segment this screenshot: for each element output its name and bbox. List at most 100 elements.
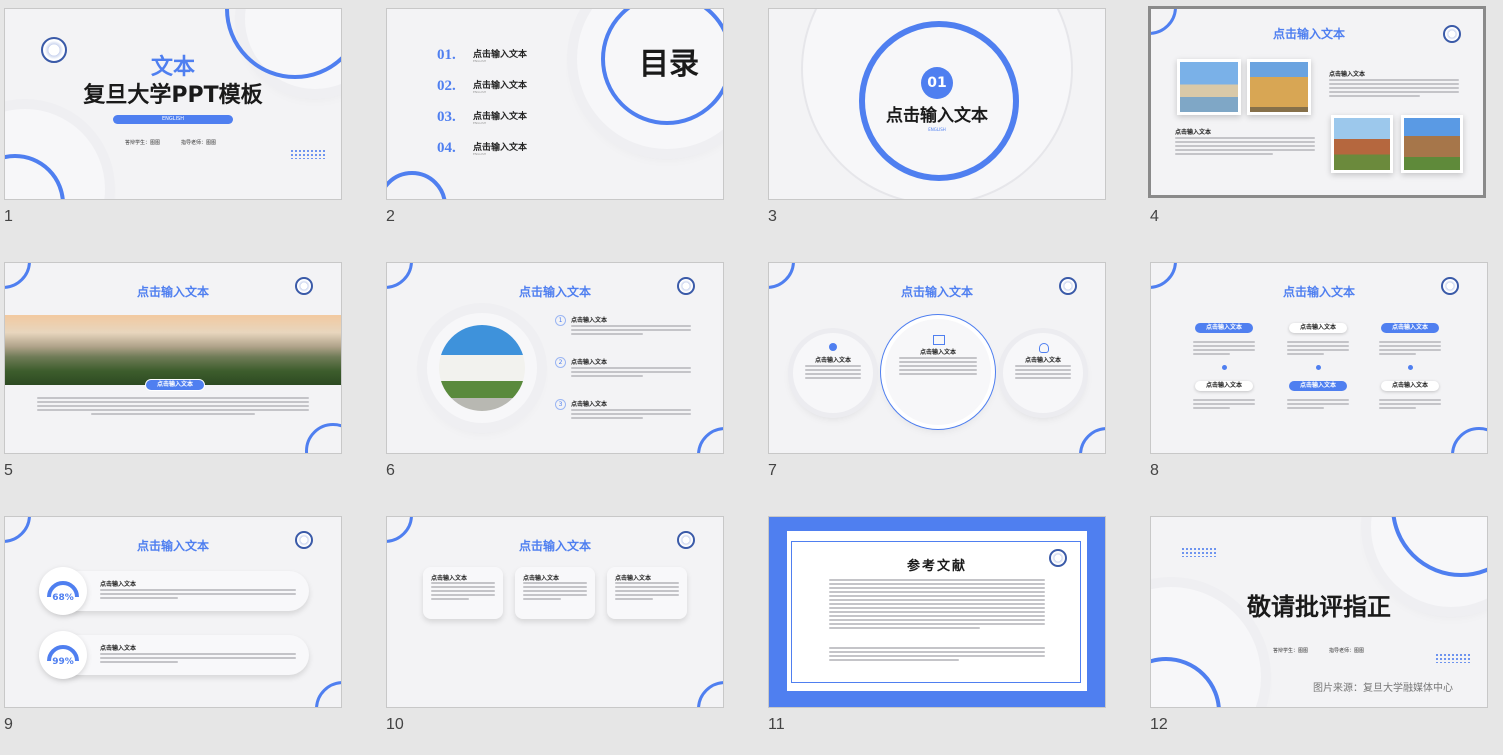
university-logo [295, 277, 313, 295]
campus-photo [1331, 115, 1393, 173]
text-block-title: 点击输入文本 [1175, 129, 1212, 136]
slide-thumbnail-4[interactable]: 点击输入文本 点击输入文本 点击输入文本 4 [1148, 6, 1486, 225]
progress-card: 68% 点击输入文本 [39, 567, 309, 615]
item-title: 点击输入文本 [571, 359, 608, 366]
decor-ring [305, 423, 341, 453]
campus-banner-photo [5, 315, 341, 385]
slide-thumbnail-6[interactable]: 点击输入文本 1 点击输入文本 2 点击输入文本 3 点击输入文本 6 [386, 262, 724, 479]
item-number: 1 [555, 315, 566, 326]
slide-thumbnail-9[interactable]: 点击输入文本 68% 点击输入文本 99% 点击输入文本 9 [4, 516, 342, 733]
slide-thumbnail-12[interactable]: 敬请批评指正 答辩学生：图图 指导老师：图图 图片来源：复旦大学融媒体中心 12 [1150, 516, 1488, 733]
slide-number: 2 [386, 208, 395, 225]
slide-number: 1 [4, 208, 13, 225]
decor-ring [1451, 427, 1487, 453]
text-block-title: 点击输入文本 [1329, 71, 1366, 78]
card-title: 点击输入文本 [100, 645, 137, 652]
slide-canvas: 点击输入文本 点击输入文本 点击输入文本 点击输入文本 [768, 262, 1106, 454]
list-item: 3 点击输入文本 [555, 399, 713, 441]
section-sub: ENGLISH [928, 127, 946, 132]
university-logo [1049, 549, 1067, 567]
toc-sub: ENGLISH [473, 59, 487, 63]
decor-ring [315, 681, 341, 707]
university-logo [677, 277, 695, 295]
slide-number: 8 [1150, 462, 1159, 479]
info-card: 点击输入文本 [423, 567, 503, 619]
slide-thumbnail-1[interactable]: 文本 复旦大学PPT模板 ENGLISH 答辩学生：图图 指导老师：图图 1 [4, 8, 342, 225]
slide-canvas: 点击输入文本 点击输入文本 点击输入文本 点击输入文本 点击输入文本 点击输入文… [1150, 262, 1488, 454]
slide-thumbnail-5[interactable]: 点击输入文本 点击输入文本 5 [4, 262, 342, 479]
slide-canvas: 参考文献 [768, 516, 1106, 708]
presenter-label: 答辩学生：图图 [125, 140, 161, 146]
slide-canvas: 点击输入文本 68% 点击输入文本 99% 点击输入文本 [4, 516, 342, 708]
toc-sub: ENGLISH [473, 121, 487, 125]
campus-photo [1247, 59, 1311, 115]
toc-num: 04. [437, 140, 456, 156]
slide-number: 3 [768, 208, 777, 225]
list-item: 1 点击输入文本 [555, 315, 713, 357]
university-logo [1443, 25, 1461, 43]
pie-icon [829, 343, 837, 351]
grid-label: 点击输入文本 [1195, 381, 1253, 391]
progress-card: 99% 点击输入文本 [39, 631, 309, 679]
slide-thumbnail-10[interactable]: 点击输入文本 点击输入文本 点击输入文本 点击输入文本 10 [386, 516, 724, 733]
toc-num: 03. [437, 109, 456, 125]
numbered-list: 1 点击输入文本 2 点击输入文本 3 点击输入文本 [555, 315, 713, 441]
calendar-icon [933, 335, 945, 345]
toc-sub: ENGLISH [473, 152, 487, 156]
grid-label: 点击输入文本 [1289, 381, 1347, 391]
feature-circle: 点击输入文本 [885, 319, 991, 425]
toc-num: 02. [437, 78, 456, 94]
slide-thumbnail-11[interactable]: 参考文献 11 [768, 516, 1106, 733]
text-placeholder [1329, 79, 1459, 99]
text-placeholder [37, 397, 309, 417]
section-badge: 01 [921, 67, 953, 99]
slide-number: 7 [768, 462, 777, 479]
advisor-label: 指导老师：图图 [181, 140, 217, 146]
grid-label: 点击输入文本 [1381, 323, 1439, 333]
slide-header: 点击输入文本 [136, 285, 209, 299]
presenter-label: 答辩学生：图图 [1273, 648, 1309, 654]
references-heading: 参考文献 [906, 559, 967, 574]
decor-ring [697, 681, 723, 707]
decor-dots [1435, 653, 1471, 663]
slide-number: 11 [768, 716, 785, 733]
circular-photo [439, 325, 525, 411]
connector-dot [1222, 365, 1227, 370]
slide-number: 4 [1150, 208, 1159, 225]
feature-circle: 点击输入文本 [1003, 333, 1083, 413]
gauge-value: 68% [52, 593, 74, 603]
slide-number: 6 [386, 462, 395, 479]
section-title: 点击输入文本 [886, 106, 988, 126]
slide-canvas: 点击输入文本 1 点击输入文本 2 点击输入文本 3 点击输入文本 [386, 262, 724, 454]
lightbulb-icon [1039, 343, 1049, 353]
advisor-label: 指导老师：图图 [1329, 648, 1365, 654]
slide-thumbnail-3[interactable]: 01 点击输入文本 ENGLISH 3 [768, 8, 1106, 225]
slide-number: 9 [4, 716, 13, 733]
slide-thumbnail-2[interactable]: 目录 01. 点击输入文本 ENGLISH 02. 点击输入文本 ENGLISH… [386, 8, 724, 225]
item-title: 点击输入文本 [571, 401, 608, 408]
university-logo [1059, 277, 1077, 295]
decor-dots [290, 149, 326, 159]
university-logo [1441, 277, 1459, 295]
gauge: 99% [39, 631, 87, 679]
slide-thumbnail-8[interactable]: 点击输入文本 点击输入文本 点击输入文本 点击输入文本 点击输入文本 点击输入文… [1150, 262, 1488, 479]
decor-ring [387, 171, 447, 199]
slide-number: 10 [386, 716, 404, 733]
slide-canvas: 01 点击输入文本 ENGLISH [768, 8, 1106, 200]
toc-heading: 目录 [639, 47, 699, 82]
list-item: 2 点击输入文本 [555, 357, 713, 399]
campus-photo [1177, 59, 1241, 115]
slide-header: 点击输入文本 [136, 539, 209, 553]
item-number: 3 [555, 399, 566, 410]
feature-circle: 点击输入文本 [793, 333, 873, 413]
slide-header: 点击输入文本 [518, 285, 591, 299]
gauge: 68% [39, 567, 87, 615]
slide-canvas: 敬请批评指正 答辩学生：图图 指导老师：图图 图片来源：复旦大学融媒体中心 [1150, 516, 1488, 708]
slide-thumbnail-7[interactable]: 点击输入文本 点击输入文本 点击输入文本 点击输入文本 7 [768, 262, 1106, 479]
info-card: 点击输入文本 [515, 567, 595, 619]
slide-title-main: 复旦大学PPT模板 [83, 83, 263, 108]
slide-header: 点击输入文本 [1272, 27, 1345, 41]
slide-canvas: 点击输入文本 点击输入文本 点击输入文本 点击输入文本 [386, 516, 724, 708]
connector-dot [1408, 365, 1413, 370]
grid-label: 点击输入文本 [1381, 381, 1439, 391]
